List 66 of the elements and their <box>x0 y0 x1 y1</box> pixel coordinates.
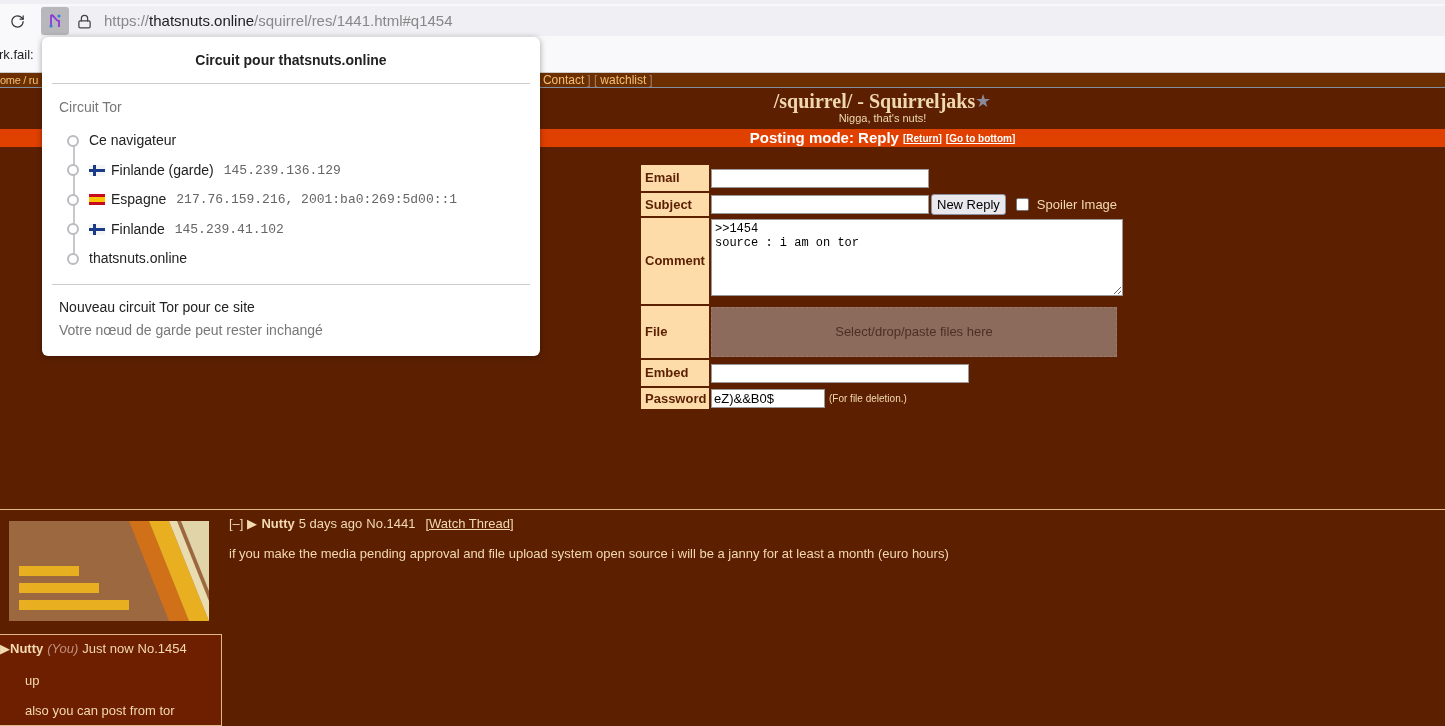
tor-circuit-button[interactable] <box>41 7 69 35</box>
node-ip: 217.76.159.216, 2001:ba0:269:5d00::1 <box>176 191 458 209</box>
node-ip: 145.239.41.102 <box>174 220 284 239</box>
nav-link[interactable]: watchlist <box>600 73 647 87</box>
url-text[interactable]: https://thatsnuts.online/squirrel/res/1441.html#q1454 <box>104 9 453 33</box>
expand-marker[interactable]: ▶ <box>247 514 258 534</box>
bar-link[interactable]: [Go to bottom] <box>945 130 1016 146</box>
lock-icon <box>77 13 92 29</box>
flag-icon <box>89 164 105 176</box>
nav-bracket: ] [ <box>587 73 598 87</box>
nav-bracket: ] <box>649 73 653 87</box>
form-label: Subject <box>641 193 709 216</box>
subject-field[interactable] <box>711 195 929 214</box>
form-label: Email <box>641 165 709 191</box>
node-ip: 145.239.136.129 <box>223 161 341 180</box>
circuit-node-icon <box>67 193 79 206</box>
bookmark-item[interactable]: rk.fail: <box>0 45 34 65</box>
form-label: Comment <box>641 218 709 304</box>
spoiler-checkbox[interactable] <box>1015 198 1029 211</box>
section-label: Circuit Tor <box>58 98 123 117</box>
circuit-node-icon <box>67 134 79 147</box>
poster-name: Nutty <box>10 640 44 658</box>
password-note: (For file deletion.) <box>829 392 907 406</box>
post-number[interactable]: No.1454 <box>137 639 187 659</box>
circuit-node-icon <box>67 252 79 265</box>
node-name: Finlande (garde) <box>111 160 214 180</box>
password-field[interactable]: eZ)&&B0$ <box>711 389 825 408</box>
you-marker: (You) <box>47 640 79 658</box>
comment-field[interactable]: >>1454 source : i am on tor <box>711 219 1123 296</box>
bar-link[interactable]: [Return] <box>902 130 942 146</box>
form-label: Password <box>641 388 709 409</box>
flag-icon <box>89 194 105 206</box>
popup-title: Circuit pour thatsnuts.online <box>194 51 388 70</box>
new-reply-button[interactable]: New Reply <box>931 194 1006 215</box>
email-field[interactable] <box>711 169 929 189</box>
hide-toggle[interactable]: [–] <box>229 514 244 534</box>
board-subtitle: Nigga, that's nuts! <box>838 112 927 125</box>
reply-line: up <box>25 671 41 689</box>
node-name: thatsnuts.online <box>89 249 188 269</box>
board-title: /squirrel/ - Squirreljaks <box>773 90 976 112</box>
posting-mode-label: Posting mode: Reply <box>749 127 899 148</box>
watch-thread-link[interactable]: [Watch Thread] <box>425 514 514 534</box>
circuit-node-icon <box>67 223 79 236</box>
checkbox-label: Spoiler Image <box>1036 195 1118 214</box>
circuit-icon <box>48 13 62 29</box>
nav-links[interactable]: ome / ru <box>0 73 38 87</box>
flag-icon <box>89 223 105 235</box>
star-icon: ★ <box>975 91 992 111</box>
node-name: Ce navigateur <box>89 131 177 151</box>
embed-field[interactable] <box>711 364 969 384</box>
nav-link[interactable]: Contact <box>542 73 585 87</box>
new-circuit-link[interactable]: Nouveau circuit Tor pour ce site <box>59 296 523 318</box>
form-label: File <box>641 306 709 358</box>
node-name: Finlande <box>111 219 165 239</box>
popup-note: Votre nœud de garde peut rester inchangé <box>59 320 324 340</box>
node-name: Espagne <box>111 190 167 210</box>
post-number[interactable]: No.1441 <box>366 514 416 534</box>
post-body: if you make the media pending approval and file upload system open source i will be a janny for at least a month (euro hours) <box>229 544 949 563</box>
form-label: Embed <box>641 360 709 386</box>
reply-line: also you can post from tor <box>25 701 176 719</box>
post-time: Just now <box>82 640 134 658</box>
expand-marker[interactable]: ▶ <box>0 639 10 659</box>
reload-icon[interactable] <box>10 13 25 29</box>
circuit-node-icon <box>67 164 79 177</box>
post-time: 5 days ago <box>298 515 363 533</box>
poster-name: Nutty <box>261 515 295 533</box>
